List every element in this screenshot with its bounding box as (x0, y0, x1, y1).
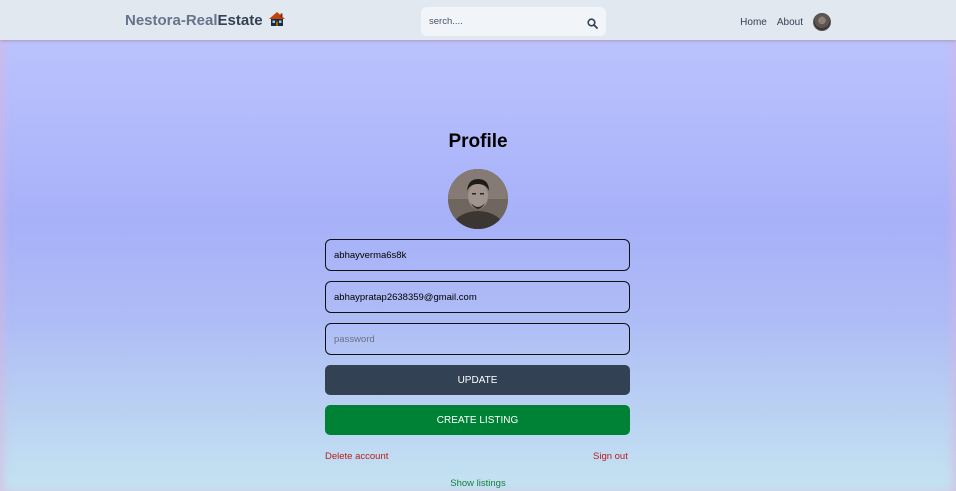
house-icon (268, 11, 286, 27)
nav-home-link[interactable]: Home (740, 17, 767, 28)
search-input[interactable] (429, 16, 579, 27)
search-bar (421, 7, 606, 36)
nav-about-link[interactable]: About (777, 17, 803, 28)
search-icon[interactable] (587, 16, 598, 29)
password-field[interactable] (325, 323, 630, 355)
top-nav: Home About (730, 13, 831, 31)
email-field[interactable] (325, 281, 630, 313)
username-field[interactable] (325, 239, 630, 271)
top-header: Nestora-RealEstate Home About (0, 0, 956, 40)
update-button[interactable]: UPDATE (325, 365, 630, 395)
page-title: Profile (448, 131, 508, 152)
user-avatar-icon[interactable] (813, 13, 831, 31)
logo-text-part1: Nestora-Real (125, 12, 218, 29)
site-logo[interactable]: Nestora-Real Estate (125, 11, 286, 29)
logo-text-part2: Estate (217, 12, 263, 29)
create-listing-button[interactable]: CREATE LISTING (325, 405, 630, 435)
delete-account-link[interactable]: Delete account (325, 451, 388, 462)
show-listings-link[interactable]: Show listings (0, 478, 956, 489)
sign-out-link[interactable]: Sign out (593, 451, 628, 462)
profile-avatar[interactable] (448, 169, 508, 229)
